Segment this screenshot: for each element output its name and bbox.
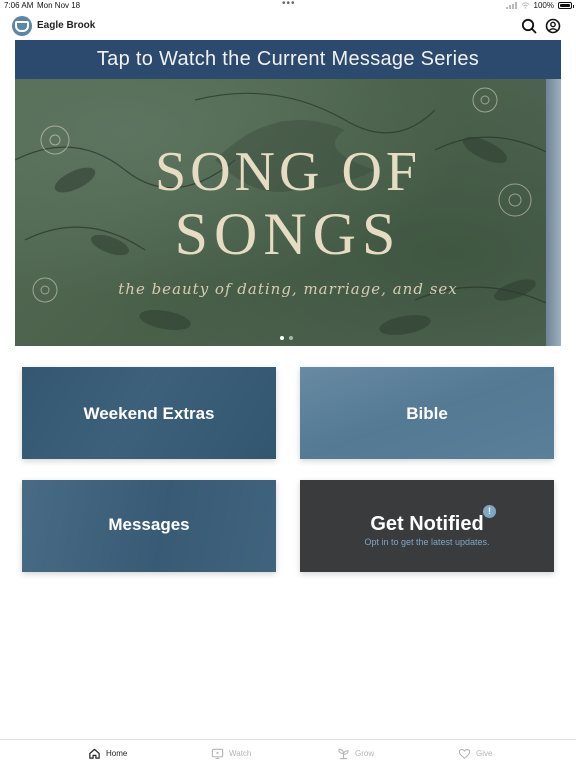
status-bar: 7:06 AM Mon Nov 18 ••• 100% xyxy=(0,0,576,12)
tile-label: Messages xyxy=(108,515,190,534)
carousel-pager[interactable] xyxy=(280,336,293,340)
account-icon[interactable] xyxy=(544,17,562,35)
search-icon[interactable] xyxy=(520,17,538,35)
tab-grow[interactable]: Grow xyxy=(337,747,374,760)
tab-label: Home xyxy=(106,749,128,758)
status-date: Mon Nov 18 xyxy=(37,1,81,10)
next-slide-peek[interactable] xyxy=(546,79,561,346)
tab-label: Grow xyxy=(355,749,375,758)
notification-badge-icon: ! xyxy=(483,505,496,518)
series-subtitle: the beauty of dating, marriage, and sex xyxy=(118,280,458,298)
status-indicators: 100% xyxy=(505,1,574,10)
messages-tile[interactable]: Messages xyxy=(22,480,276,572)
tile-label: Weekend Extras xyxy=(83,404,215,423)
pager-dot[interactable] xyxy=(289,336,293,340)
battery-percent: 100% xyxy=(533,1,554,10)
tab-give[interactable]: Give xyxy=(458,747,492,760)
app-title: Eagle Brook xyxy=(37,20,96,31)
hero-banner-text: Tap to Watch the Current Message Series xyxy=(96,48,480,70)
weekend-extras-tile[interactable]: Weekend Extras xyxy=(22,367,276,459)
tv-icon xyxy=(211,748,224,759)
heart-icon xyxy=(458,749,471,759)
bible-tile[interactable]: Bible xyxy=(300,367,554,459)
series-title-line2: SONGS xyxy=(174,201,402,267)
get-notified-tile[interactable]: Get Notified ! Opt in to get the latest … xyxy=(300,480,554,572)
home-icon xyxy=(89,748,100,759)
tile-subtitle: Opt in to get the latest updates. xyxy=(364,537,490,547)
current-series-hero[interactable]: Tap to Watch the Current Message Series … xyxy=(15,40,561,346)
status-time: 7:06 AM xyxy=(4,1,34,10)
wifi-icon xyxy=(521,2,529,9)
pager-dot[interactable] xyxy=(280,336,284,340)
tab-bar: Home Watch Grow Give xyxy=(0,739,576,768)
tile-label: Bible xyxy=(406,404,448,423)
battery-icon xyxy=(558,2,574,9)
eagle-brook-logo-icon xyxy=(12,16,32,36)
series-title-line1: SONG OF xyxy=(154,141,422,203)
tab-label: Give xyxy=(476,749,493,758)
app-header: Eagle Brook xyxy=(0,12,576,40)
sprout-icon xyxy=(338,748,349,760)
tab-home[interactable]: Home xyxy=(88,747,127,760)
tab-label: Watch xyxy=(229,749,252,758)
hero-banner: Tap to Watch the Current Message Series xyxy=(15,40,561,79)
tab-watch[interactable]: Watch xyxy=(211,747,251,760)
multitasking-dots-icon[interactable]: ••• xyxy=(282,0,296,9)
tile-label: Get Notified xyxy=(370,513,484,535)
cellular-signal-icon xyxy=(505,2,517,9)
